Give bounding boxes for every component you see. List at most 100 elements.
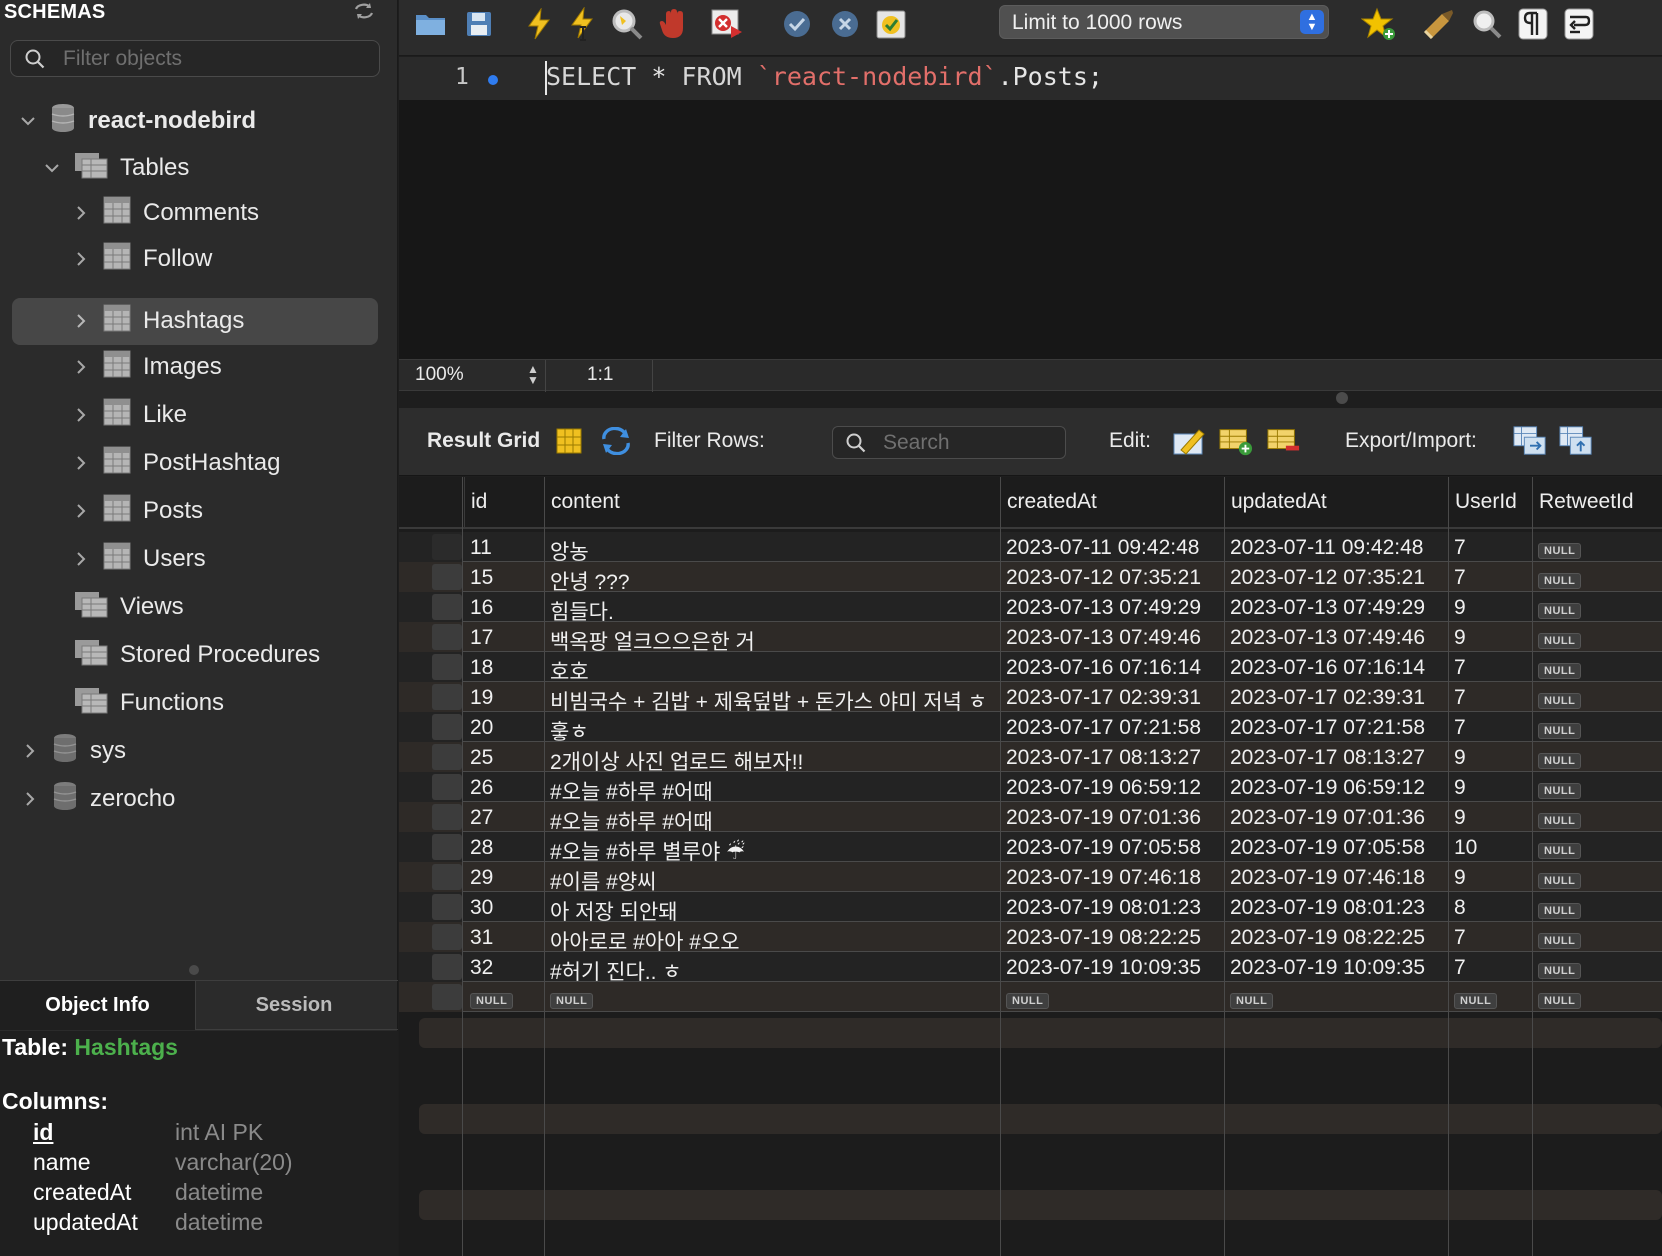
cell-updatedat[interactable]: 2023-07-11 09:42:48 — [1224, 532, 1448, 562]
table-item-hashtags[interactable]: Hashtags — [73, 298, 244, 344]
cell-createdat[interactable]: 2023-07-19 07:46:18 — [1000, 862, 1224, 892]
chevron-right-icon[interactable] — [22, 743, 38, 759]
row-selector[interactable] — [432, 774, 462, 800]
cell-retweetid[interactable]: NULL — [1532, 982, 1662, 1012]
chevron-right-icon[interactable] — [73, 503, 89, 519]
cell-userid[interactable]: 9 — [1448, 772, 1532, 802]
cell-userid[interactable]: 9 — [1448, 862, 1532, 892]
cell-createdat[interactable]: 2023-07-19 07:05:58 — [1000, 832, 1224, 862]
row-selector[interactable] — [432, 654, 462, 680]
chevron-down-icon[interactable] — [44, 160, 60, 176]
table-row[interactable]: 20 훟ㅎ 2023-07-17 07:21:58 2023-07-17 07:21:… — [399, 712, 1662, 742]
cell-updatedat[interactable]: NULL — [1224, 982, 1448, 1012]
cell-id[interactable]: 29 — [464, 862, 544, 892]
filter-rows-input[interactable] — [883, 429, 1058, 457]
cell-updatedat[interactable]: 2023-07-19 07:01:36 — [1224, 802, 1448, 832]
cell-id[interactable]: 18 — [464, 652, 544, 682]
cell-updatedat[interactable]: 2023-07-17 02:39:31 — [1224, 682, 1448, 712]
tab-session[interactable]: Session — [196, 981, 392, 1030]
split-resize-handle[interactable] — [1336, 392, 1348, 404]
cell-updatedat[interactable]: 2023-07-19 06:59:12 — [1224, 772, 1448, 802]
cell-id[interactable]: NULL — [464, 982, 544, 1012]
grid-view-icon[interactable] — [552, 424, 586, 458]
table-row[interactable]: 25 2개이상 사진 업로드 해보자!! 2023-07-17 08:13:27 20… — [399, 742, 1662, 772]
cell-id[interactable]: 27 — [464, 802, 544, 832]
chevron-right-icon[interactable] — [73, 551, 89, 567]
cell-createdat[interactable]: 2023-07-11 09:42:48 — [1000, 532, 1224, 562]
chevron-right-icon[interactable] — [73, 313, 89, 329]
cell-updatedat[interactable]: 2023-07-19 07:05:58 — [1224, 832, 1448, 862]
cell-createdat[interactable]: 2023-07-13 07:49:46 — [1000, 622, 1224, 652]
execute-current-icon[interactable] — [565, 6, 601, 42]
table-row[interactable]: 11 앙농 2023-07-11 09:42:48 2023-07-11 09:42:… — [399, 532, 1662, 562]
cell-updatedat[interactable]: 2023-07-19 08:01:23 — [1224, 892, 1448, 922]
cell-userid[interactable]: 7 — [1448, 532, 1532, 562]
cell-retweetid[interactable]: NULL — [1532, 922, 1662, 952]
cell-userid[interactable]: 9 — [1448, 622, 1532, 652]
cell-id[interactable]: 31 — [464, 922, 544, 952]
row-selector[interactable] — [432, 864, 462, 890]
row-selector[interactable] — [432, 924, 462, 950]
column-header-updatedat[interactable]: updatedAt — [1224, 477, 1448, 529]
bookmark-icon[interactable] — [1361, 6, 1397, 42]
table-row[interactable]: 19 비빔국수 + 김밥 + 제육덮밥 + 돈가스 야미 저녁 ㅎ 2023-07-… — [399, 682, 1662, 712]
wrap-icon[interactable] — [1561, 6, 1597, 42]
limit-rows-select[interactable]: Limit to 1000 rows ▲ ▼ — [999, 5, 1329, 39]
cell-updatedat[interactable]: 2023-07-13 07:49:46 — [1224, 622, 1448, 652]
refresh-results-icon[interactable] — [599, 424, 633, 458]
cell-retweetid[interactable]: NULL — [1532, 562, 1662, 592]
cell-id[interactable]: 19 — [464, 682, 544, 712]
cell-content[interactable]: #이름 #양씨 — [544, 862, 1000, 892]
cell-content[interactable]: 2개이상 사진 업로드 해보자!! — [544, 742, 1000, 772]
cell-id[interactable]: 16 — [464, 592, 544, 622]
cell-retweetid[interactable]: NULL — [1532, 742, 1662, 772]
row-selector[interactable] — [432, 744, 462, 770]
cell-userid[interactable]: 7 — [1448, 682, 1532, 712]
table-row[interactable]: 30 아 저장 되안돼 2023-07-19 08:01:23 2023-07-19 … — [399, 892, 1662, 922]
cell-retweetid[interactable]: NULL — [1532, 952, 1662, 982]
delete-row-icon[interactable] — [1267, 424, 1301, 458]
beautify-icon[interactable] — [1421, 6, 1457, 42]
cell-updatedat[interactable]: 2023-07-12 07:35:21 — [1224, 562, 1448, 592]
functions-folder[interactable]: Functions — [44, 680, 224, 726]
chevron-right-icon[interactable] — [73, 205, 89, 221]
cell-createdat[interactable]: 2023-07-19 08:22:25 — [1000, 922, 1224, 952]
tables-folder[interactable]: Tables — [44, 145, 189, 191]
row-selector[interactable] — [432, 714, 462, 740]
table-row[interactable]: 15 안녕 ??? 2023-07-12 07:35:21 2023-07-12 07… — [399, 562, 1662, 592]
import-icon[interactable] — [1559, 424, 1593, 458]
cell-createdat[interactable]: NULL — [1000, 982, 1224, 1012]
row-selector[interactable] — [432, 984, 462, 1010]
column-header-retweetid[interactable]: RetweetId — [1532, 477, 1662, 529]
table-row[interactable]: 18 호호 2023-07-16 07:16:14 2023-07-16 07:16:… — [399, 652, 1662, 682]
cell-id[interactable]: 30 — [464, 892, 544, 922]
table-row[interactable]: 16 힘들다. 2023-07-13 07:49:29 2023-07-13 07:4… — [399, 592, 1662, 622]
cell-createdat[interactable]: 2023-07-16 07:16:14 — [1000, 652, 1224, 682]
table-row[interactable]: 32 #허기 진다.. ㅎ 2023-07-19 10:09:35 2023-07-1… — [399, 952, 1662, 982]
cell-userid[interactable]: 7 — [1448, 952, 1532, 982]
cell-updatedat[interactable]: 2023-07-16 07:16:14 — [1224, 652, 1448, 682]
cell-userid[interactable]: 7 — [1448, 712, 1532, 742]
cell-id[interactable]: 15 — [464, 562, 544, 592]
cell-content[interactable]: #오늘 #하루 #어때 — [544, 772, 1000, 802]
sql-editor[interactable]: 1 SELECT * FROM `react-nodebird`.Posts; — [399, 57, 1662, 359]
cell-userid[interactable]: 9 — [1448, 592, 1532, 622]
schema-sys[interactable]: sys — [22, 728, 126, 774]
stop-icon[interactable] — [655, 6, 691, 42]
cell-userid[interactable]: 8 — [1448, 892, 1532, 922]
column-header-userid[interactable]: UserId — [1448, 477, 1532, 529]
cell-updatedat[interactable]: 2023-07-13 07:49:29 — [1224, 592, 1448, 622]
cell-retweetid[interactable]: NULL — [1532, 592, 1662, 622]
cell-createdat[interactable]: 2023-07-13 07:49:29 — [1000, 592, 1224, 622]
cell-retweetid[interactable]: NULL — [1532, 532, 1662, 562]
row-selector[interactable] — [432, 954, 462, 980]
cell-id[interactable]: 32 — [464, 952, 544, 982]
execute-icon[interactable] — [521, 6, 557, 42]
zoom-stepper-icon[interactable]: ▲ ▼ — [527, 363, 539, 386]
chevron-right-icon[interactable] — [73, 251, 89, 267]
cell-content[interactable]: 힘들다. — [544, 592, 1000, 622]
panel-resize-handle[interactable] — [189, 965, 199, 975]
cell-updatedat[interactable]: 2023-07-19 10:09:35 — [1224, 952, 1448, 982]
table-row[interactable]: 26 #오늘 #하루 #어때 2023-07-19 06:59:12 2023-07-… — [399, 772, 1662, 802]
cell-content[interactable]: #오늘 #하루 #어때 — [544, 802, 1000, 832]
